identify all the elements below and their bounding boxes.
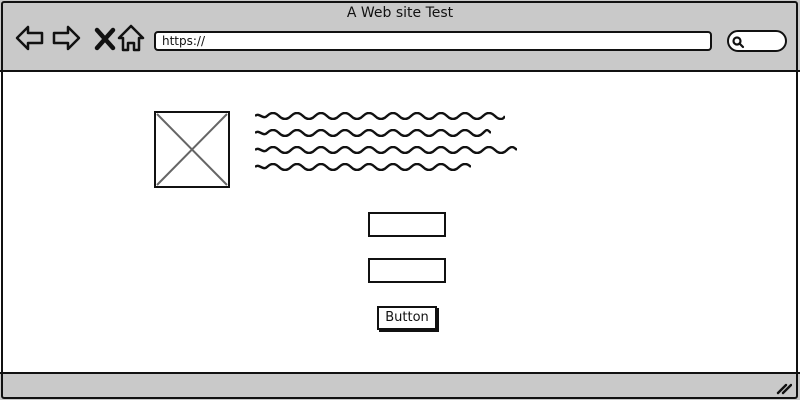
- address-bar[interactable]: https://: [154, 31, 712, 51]
- browser-window: A Web site Test https:// Button: [0, 0, 800, 400]
- status-bar: [0, 372, 800, 400]
- image-placeholder-icon: [154, 111, 230, 188]
- forward-arrow-icon[interactable]: [50, 22, 82, 54]
- close-icon[interactable]: [89, 22, 116, 54]
- search-input[interactable]: [727, 30, 787, 52]
- back-arrow-icon[interactable]: [14, 22, 46, 54]
- scribble-line: [255, 112, 505, 120]
- text-field-1[interactable]: [368, 212, 446, 237]
- search-icon: [731, 34, 745, 49]
- browser-toolbar: A Web site Test https://: [0, 0, 800, 72]
- scribble-line: [255, 163, 471, 171]
- home-icon[interactable]: [115, 22, 147, 54]
- text-field-2[interactable]: [368, 258, 446, 283]
- submit-button[interactable]: Button: [377, 306, 437, 330]
- page-content: Button: [0, 72, 800, 372]
- resize-grip-icon[interactable]: [776, 380, 793, 395]
- scribble-line: [255, 146, 517, 154]
- scribbled-text-block: [255, 112, 525, 174]
- window-title: A Web site Test: [346, 5, 454, 21]
- scribble-line: [255, 129, 491, 137]
- address-text: https://: [162, 34, 206, 48]
